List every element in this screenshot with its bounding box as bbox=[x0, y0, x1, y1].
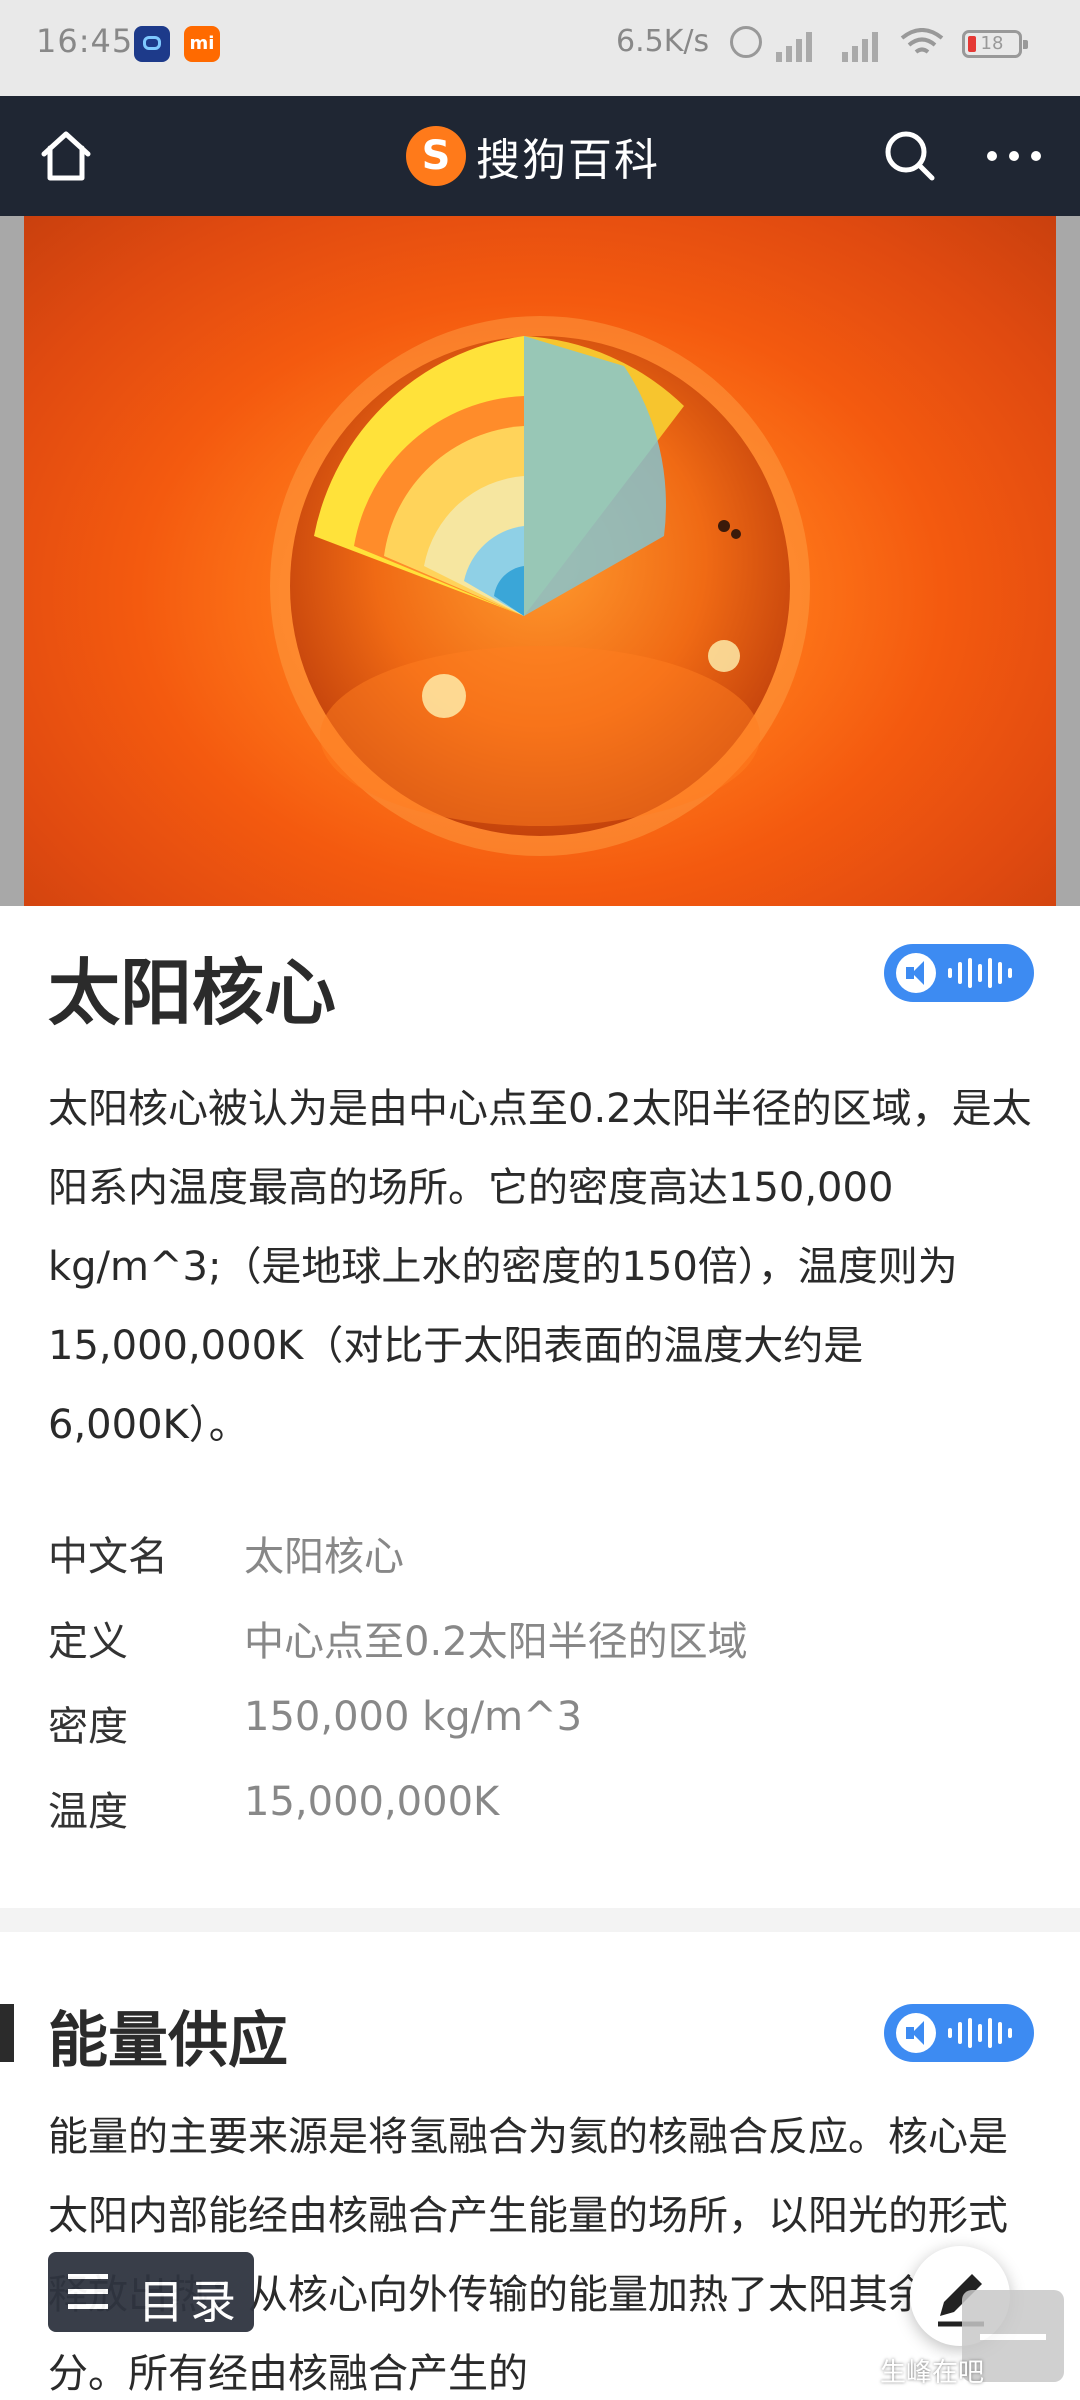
status-time: 16:45 bbox=[36, 22, 134, 60]
app-robot-icon bbox=[134, 26, 170, 62]
sound-wave-icon bbox=[948, 2018, 1022, 2048]
infobox-value: 15,000,000K bbox=[244, 1779, 500, 1825]
infobox-key: 中文名 bbox=[48, 1534, 168, 1580]
sound-wave-icon bbox=[948, 958, 1022, 988]
top-nav-bar: S 搜狗百科 bbox=[0, 96, 1080, 216]
infobox-row: 定义 中心点至0.2太阳半径的区域 bbox=[48, 1599, 1028, 1684]
sogou-baike-logo[interactable]: S 搜狗百科 bbox=[406, 124, 660, 188]
mi-icon: mi bbox=[184, 26, 220, 62]
infobox-value: 150,000 kg/m^3 bbox=[244, 1694, 583, 1740]
section-title: 能量供应 bbox=[48, 2006, 288, 2076]
section-divider bbox=[0, 1908, 1080, 1932]
infobox-value: 中心点至0.2太阳半径的区域 bbox=[244, 1619, 748, 1665]
hd-signal-icon bbox=[836, 26, 884, 62]
table-of-contents-button[interactable]: 目录 bbox=[48, 2252, 254, 2332]
menu-lines-icon bbox=[68, 2274, 108, 2310]
speaker-icon bbox=[896, 2013, 936, 2053]
infobox-value: 太阳核心 bbox=[244, 1534, 404, 1580]
infobox-key: 定义 bbox=[48, 1619, 128, 1665]
toc-label: 目录 bbox=[138, 2275, 242, 2329]
home-icon[interactable] bbox=[36, 126, 96, 186]
infobox: 中文名 太阳核心 定义 中心点至0.2太阳半径的区域 密度 150,000 kg… bbox=[48, 1514, 1028, 1854]
infobox-key: 温度 bbox=[48, 1789, 128, 1835]
search-icon[interactable] bbox=[880, 126, 940, 186]
hero-image-area bbox=[0, 216, 1080, 906]
sun-core-cutaway-image[interactable] bbox=[24, 216, 1056, 906]
logo-s-icon: S bbox=[406, 126, 466, 186]
infobox-row: 温度 15,000,000K bbox=[48, 1769, 1028, 1854]
wifi-icon bbox=[900, 28, 944, 54]
status-bar: 16:45 mi 6.5K/s 18 bbox=[0, 0, 1080, 96]
intro-paragraph: 太阳核心被认为是由中心点至0.2太阳半径的区域，是太阳系内温度最高的场所。它的密… bbox=[48, 1086, 1032, 1448]
alarm-icon bbox=[730, 26, 762, 58]
infobox-key: 密度 bbox=[48, 1704, 128, 1750]
article-title: 太阳核心 bbox=[48, 951, 337, 1035]
infobox-row: 密度 150,000 kg/m^3 bbox=[48, 1684, 1028, 1769]
infobox-row: 中文名 太阳核心 bbox=[48, 1514, 1028, 1599]
section-marker bbox=[0, 2004, 14, 2062]
watermark-text: 生峰在吧 bbox=[880, 2358, 985, 2388]
audio-play-button[interactable] bbox=[884, 944, 1034, 1002]
logo-text: 搜狗百科 bbox=[476, 135, 660, 186]
battery-icon: 18 bbox=[962, 30, 1028, 58]
hd-signal-icon bbox=[770, 26, 818, 62]
speaker-icon bbox=[896, 953, 936, 993]
section-audio-play-button[interactable] bbox=[884, 2004, 1034, 2062]
network-speed: 6.5K/s bbox=[616, 24, 710, 59]
more-icon[interactable] bbox=[982, 126, 1046, 186]
